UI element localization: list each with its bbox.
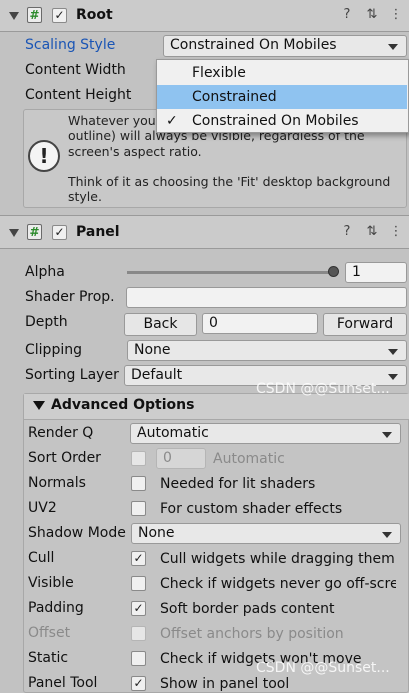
root-component-title: Root — [76, 7, 113, 23]
sort-order-input: 0 — [156, 448, 206, 469]
uv2-checkbox[interactable] — [131, 501, 146, 516]
sort-order-automatic-label: Automatic — [213, 451, 285, 467]
chevron-down-icon — [388, 349, 398, 355]
popup-item-constrained[interactable]: Constrained — [157, 85, 407, 109]
clipping-dropdown[interactable]: None — [127, 340, 407, 361]
normals-label: Normals — [28, 475, 86, 491]
shadow-mode-dropdown[interactable]: None — [131, 523, 401, 544]
help-text-line: Think of it as choosing the 'Fit' deskto… — [68, 174, 391, 189]
cull-description: Cull widgets while dragging them — [160, 551, 395, 567]
advanced-options-title: Advanced Options — [51, 397, 195, 413]
divider — [0, 31, 409, 32]
clipping-label: Clipping — [25, 342, 82, 358]
preset-settings-icon[interactable]: ⇅ — [364, 7, 380, 23]
script-icon: # — [27, 7, 42, 23]
sort-order-checkbox — [131, 451, 146, 466]
forward-button[interactable]: Forward — [323, 313, 407, 336]
content-height-label: Content Height — [25, 87, 132, 103]
render-q-label: Render Q — [28, 425, 94, 441]
preset-settings-icon[interactable]: ⇅ — [364, 224, 380, 240]
popup-item-flexible[interactable]: Flexible — [157, 61, 407, 85]
sort-order-label: Sort Order — [28, 450, 101, 466]
clipping-value: None — [134, 342, 171, 358]
normals-checkbox[interactable] — [131, 476, 146, 491]
padding-label: Padding — [28, 600, 84, 616]
help-text-line: screen's aspect ratio. — [68, 144, 202, 159]
script-icon: # — [27, 224, 42, 240]
static-label: Static — [28, 650, 69, 666]
shadow-mode-value: None — [138, 525, 175, 541]
help-text-line: Whatever you — [68, 113, 156, 128]
alpha-slider-handle[interactable] — [328, 266, 339, 277]
visible-label: Visible — [28, 575, 74, 591]
depth-input[interactable]: 0 — [202, 313, 318, 334]
scaling-style-value: Constrained On Mobiles — [170, 37, 337, 53]
popup-item-constrained-on-mobiles[interactable]: ✓ Constrained On Mobiles — [157, 109, 407, 133]
scaling-style-dropdown[interactable]: Constrained On Mobiles — [163, 35, 407, 57]
alpha-input[interactable]: 1 — [345, 262, 407, 283]
chevron-down-icon — [388, 374, 398, 380]
padding-description: Soft border pads content — [160, 601, 335, 617]
panel-enabled-checkbox[interactable]: ✓ — [52, 225, 67, 240]
back-button[interactable]: Back — [124, 313, 197, 336]
foldout-arrow-icon[interactable] — [9, 12, 19, 20]
help-icon[interactable]: ? — [339, 7, 355, 23]
normals-description: Needed for lit shaders — [160, 476, 316, 492]
shadow-mode-label: Shadow Mode — [28, 525, 126, 541]
offset-label: Offset — [28, 625, 71, 641]
chevron-down-icon — [382, 432, 392, 438]
foldout-arrow-icon[interactable] — [9, 229, 19, 237]
offset-description: Offset anchors by position — [160, 626, 344, 642]
cull-label: Cull — [28, 550, 55, 566]
panel-tool-label: Panel Tool — [28, 675, 98, 691]
cull-checkbox[interactable]: ✓ — [131, 551, 146, 566]
render-q-dropdown[interactable]: Automatic — [130, 423, 401, 444]
scaling-style-popup-menu: Flexible Constrained ✓ Constrained On Mo… — [156, 59, 409, 133]
chevron-down-icon — [382, 532, 392, 538]
sorting-layer-label: Sorting Layer — [25, 367, 119, 383]
help-text-line: style. — [68, 189, 102, 204]
context-menu-icon[interactable]: ⋮ — [388, 224, 404, 240]
divider — [0, 248, 409, 249]
content-width-label: Content Width — [25, 62, 126, 78]
panel-component-title: Panel — [76, 224, 120, 240]
help-icon[interactable]: ? — [339, 224, 355, 240]
padding-checkbox[interactable]: ✓ — [131, 601, 146, 616]
warning-icon: ! — [28, 140, 60, 172]
visible-checkbox[interactable] — [131, 576, 146, 591]
shader-prop-label: Shader Prop. — [25, 289, 115, 305]
watermark: CSDN @@Sunset... — [256, 660, 390, 676]
render-q-value: Automatic — [137, 425, 209, 441]
alpha-label: Alpha — [25, 264, 65, 280]
watermark: CSDN @@Sunset... — [256, 381, 390, 397]
alpha-slider-track[interactable] — [127, 271, 337, 274]
context-menu-icon[interactable]: ⋮ — [388, 7, 404, 23]
depth-label: Depth — [25, 314, 68, 330]
uv2-description: For custom shader effects — [160, 501, 343, 517]
visible-description: Check if widgets never go off-screen — [160, 576, 396, 592]
offset-checkbox — [131, 626, 146, 641]
sorting-layer-value: Default — [131, 367, 183, 383]
foldout-arrow-icon[interactable] — [33, 401, 45, 410]
shader-prop-input[interactable] — [126, 287, 407, 308]
scaling-style-label: Scaling Style — [25, 37, 116, 53]
panel-tool-description: Show in panel tool — [160, 676, 290, 692]
uv2-label: UV2 — [28, 500, 57, 516]
root-enabled-checkbox[interactable]: ✓ — [52, 8, 67, 23]
chevron-down-icon — [388, 44, 398, 50]
checkmark-icon: ✓ — [166, 113, 178, 129]
static-checkbox[interactable] — [131, 651, 146, 666]
